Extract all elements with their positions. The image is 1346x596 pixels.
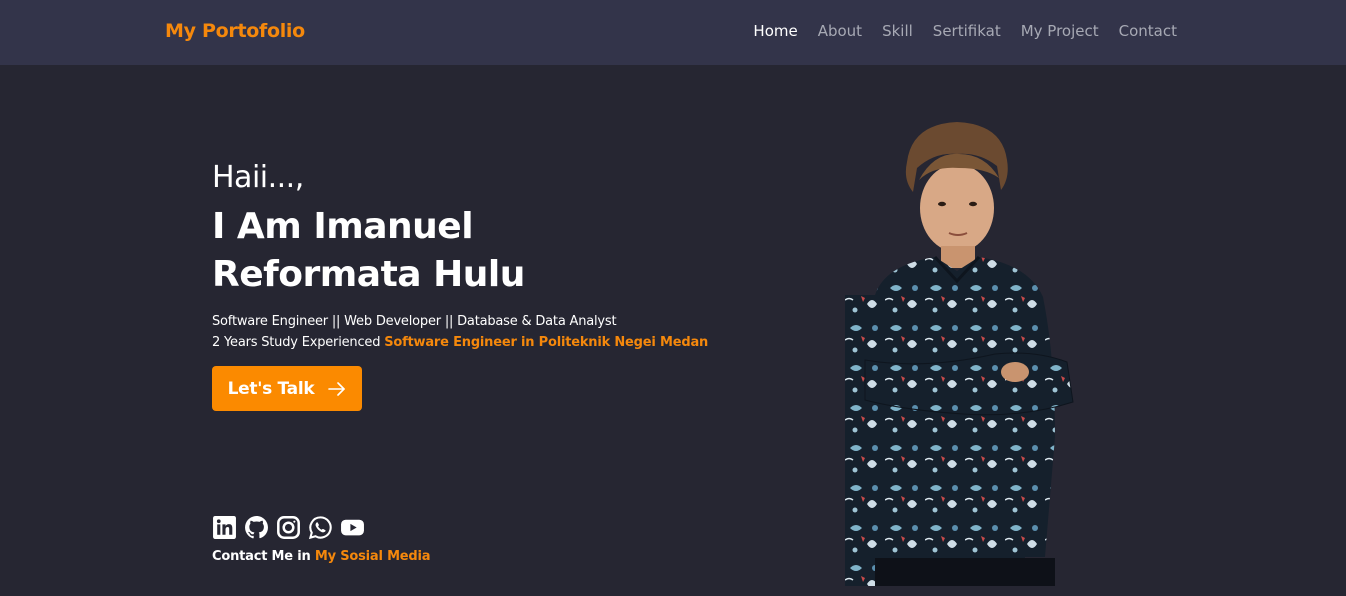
contact-highlight: My Sosial Media [314, 549, 431, 564]
experience-highlight: Software Engineer in Politeknik Negei Me… [384, 335, 709, 350]
nav-link-contact[interactable]: Contact [1119, 22, 1177, 40]
roles-text: Software Engineer || Web Developer || Da… [212, 314, 617, 329]
github-icon[interactable] [244, 515, 269, 540]
navbar: My Portofolio Home About Skill Sertifika… [0, 0, 1346, 65]
social-icons [212, 515, 365, 540]
whatsapp-icon[interactable] [308, 515, 333, 540]
linkedin-icon[interactable] [212, 515, 237, 540]
nav-link-about[interactable]: About [818, 22, 862, 40]
nav-link-skill[interactable]: Skill [882, 22, 913, 40]
experience-prefix: 2 Years Study Experienced [212, 335, 381, 350]
profile-photo [845, 122, 1074, 586]
hero-name-line1: I Am Imanuel [212, 206, 474, 247]
nav-links: Home About Skill Sertifikat My Project C… [753, 22, 1177, 40]
experience-text: 2 Years Study Experienced Software Engin… [212, 332, 772, 353]
nav-link-home[interactable]: Home [753, 22, 797, 40]
instagram-icon[interactable] [276, 515, 301, 540]
lets-talk-button[interactable]: Let's Talk [212, 366, 362, 411]
nav-link-my-project[interactable]: My Project [1021, 22, 1099, 40]
nav-link-sertifikat[interactable]: Sertifikat [933, 22, 1001, 40]
brand-logo[interactable]: My Portofolio [165, 20, 305, 42]
contact-prefix: Contact Me in [212, 549, 311, 564]
hero-name-line2: Reformata Hulu [212, 254, 525, 295]
greeting-text: Haii..., [212, 160, 304, 195]
hero-section: Haii..., I Am Imanuel Reformata Hulu Sof… [212, 160, 772, 353]
youtube-icon[interactable] [340, 515, 365, 540]
lets-talk-label: Let's Talk [227, 378, 315, 399]
contact-me-text: Contact Me in My Sosial Media [212, 549, 431, 564]
arrow-right-icon [328, 381, 346, 396]
hero-name: I Am Imanuel Reformata Hulu [212, 203, 552, 299]
hero-description: Software Engineer || Web Developer || Da… [212, 311, 772, 353]
